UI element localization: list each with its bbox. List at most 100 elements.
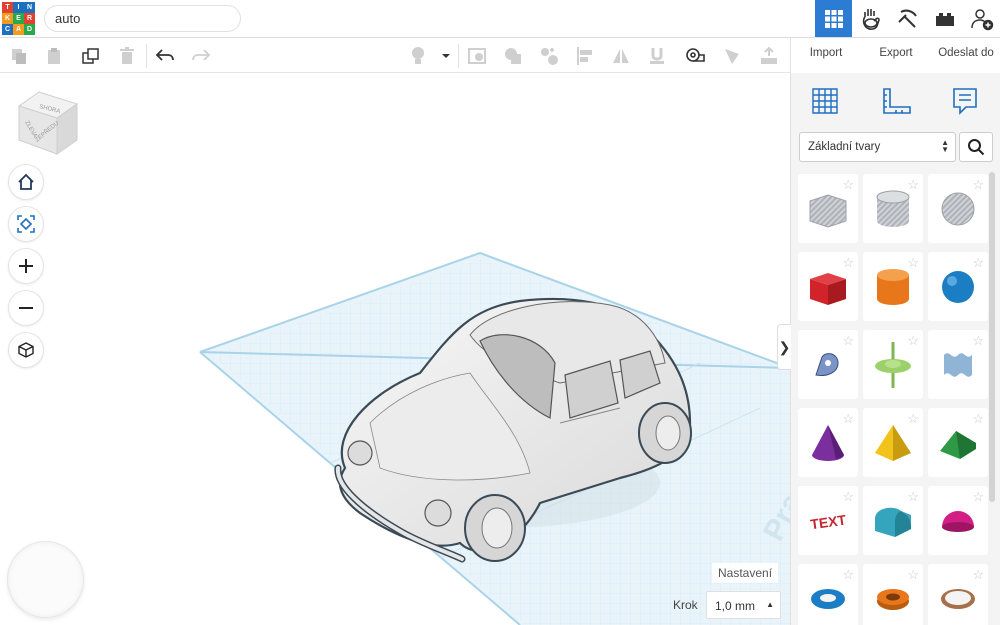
shape-sphere[interactable]: ☆ [928, 252, 988, 321]
ruler-tool-icon[interactable] [877, 83, 917, 119]
shape-roof[interactable]: ☆ [928, 408, 988, 477]
favorite-star-icon[interactable]: ☆ [842, 567, 854, 583]
shape-torus[interactable]: ☆ [798, 564, 858, 625]
shapes-panel: Import Export Odeslat do Základní tvary … [790, 38, 1000, 625]
align-icon[interactable] [572, 43, 598, 69]
zoom-out-button[interactable] [8, 290, 44, 326]
dropdown-icon[interactable] [433, 43, 459, 69]
notes-tool-icon[interactable] [945, 83, 985, 119]
duplicate-icon[interactable] [78, 43, 104, 69]
panel-collapse-toggle[interactable]: ❯ [777, 324, 791, 370]
import-export-icon[interactable] [756, 43, 782, 69]
favorite-star-icon[interactable]: ☆ [842, 255, 854, 271]
view-cube[interactable]: SHORA ZLEVA ZEPŘEDU [15, 88, 83, 156]
favorite-star-icon[interactable]: ☆ [907, 255, 919, 271]
ruler-icon[interactable] [682, 43, 708, 69]
shape-ring[interactable]: ☆ [928, 564, 988, 625]
shape-half-cylinder[interactable]: ☆ [863, 486, 923, 555]
logo-letter: D [24, 24, 35, 35]
logo-letter: K [2, 13, 13, 24]
favorite-star-icon[interactable]: ☆ [842, 333, 854, 349]
shape-box[interactable]: ☆ [798, 252, 858, 321]
panel-tools [791, 83, 1000, 123]
light-bulb-icon[interactable] [405, 43, 431, 69]
home-icon [18, 173, 34, 190]
favorite-star-icon[interactable]: ☆ [842, 177, 854, 193]
shape-cylinder-hole[interactable]: ☆ [863, 174, 923, 243]
svg-text:TEXT: TEXT [809, 511, 847, 532]
view-joystick[interactable] [7, 541, 84, 618]
tinkercad-logo[interactable]: TINKERCAD [2, 2, 35, 35]
pickaxe-icon[interactable] [889, 0, 926, 37]
edit-toolbar [0, 38, 790, 73]
paste-icon[interactable] [41, 43, 67, 69]
shape-sphere-hole[interactable]: ☆ [928, 174, 988, 243]
favorite-star-icon[interactable]: ☆ [972, 333, 984, 349]
hand-tinker-icon[interactable] [852, 0, 889, 37]
snap-icon[interactable] [644, 43, 670, 69]
zoom-in-button[interactable] [8, 248, 44, 284]
favorite-star-icon[interactable]: ☆ [907, 177, 919, 193]
notes-icon[interactable] [720, 43, 746, 69]
logo-letter: T [2, 2, 13, 13]
home-view-button[interactable] [8, 164, 44, 200]
shape-text[interactable]: TEXT ☆ [798, 486, 858, 555]
bricks-icon[interactable] [926, 0, 963, 37]
favorite-star-icon[interactable]: ☆ [907, 489, 919, 505]
logo-letter: R [24, 13, 35, 24]
workplane-icon[interactable] [464, 43, 490, 69]
shape-category-label: Základní tvary [808, 141, 881, 153]
favorite-star-icon[interactable]: ☆ [842, 489, 854, 505]
redo-icon[interactable] [188, 43, 214, 69]
import-link[interactable]: Import [791, 38, 861, 73]
step-caret-icon: ▲ [766, 600, 774, 609]
favorite-star-icon[interactable]: ☆ [972, 177, 984, 193]
shape-shape-generator[interactable]: ☆ [928, 330, 988, 399]
send-to-link[interactable]: Odeslat do [931, 38, 1000, 73]
shape-cylinder[interactable]: ☆ [863, 252, 923, 321]
project-name-field[interactable]: auto [44, 5, 241, 32]
export-link[interactable]: Export [861, 38, 931, 73]
workplane-grid-icon[interactable] [805, 83, 845, 119]
undo-icon[interactable] [152, 43, 178, 69]
top-bar: TINKERCAD auto [0, 0, 1000, 38]
shape-pyramid[interactable]: ☆ [863, 408, 923, 477]
mirror-icon[interactable] [608, 43, 634, 69]
favorite-star-icon[interactable]: ☆ [907, 333, 919, 349]
shape-cone[interactable]: ☆ [798, 408, 858, 477]
shape-tube[interactable]: ☆ [863, 564, 923, 625]
favorite-star-icon[interactable]: ☆ [842, 411, 854, 427]
step-label: Krok [673, 598, 698, 612]
add-user-icon[interactable] [963, 0, 1000, 37]
favorite-star-icon[interactable]: ☆ [907, 411, 919, 427]
shape-half-sphere[interactable]: ☆ [928, 486, 988, 555]
logo-letter: N [24, 2, 35, 13]
logo-letter: I [13, 2, 24, 13]
shape-spinner[interactable]: ☆ [863, 330, 923, 399]
step-value: 1,0 mm [715, 599, 756, 613]
ungroup-icon[interactable] [536, 43, 562, 69]
favorite-star-icon[interactable]: ☆ [972, 411, 984, 427]
ortho-view-button[interactable] [8, 332, 44, 368]
favorite-star-icon[interactable]: ☆ [907, 567, 919, 583]
grid-view-icon[interactable] [815, 0, 852, 37]
favorite-star-icon[interactable]: ☆ [972, 255, 984, 271]
step-select[interactable]: 1,0 mm ▲ [706, 591, 781, 619]
fit-view-button[interactable] [8, 206, 44, 242]
select-arrows-icon: ▲ ▼ [941, 138, 949, 154]
settings-button[interactable]: Nastavení [712, 563, 779, 583]
shape-box-hole[interactable]: ☆ [798, 174, 858, 243]
panel-links: Import Export Odeslat do [791, 38, 1000, 73]
favorite-star-icon[interactable]: ☆ [972, 567, 984, 583]
shape-category-select[interactable]: Základní tvary ▲ ▼ [799, 132, 956, 162]
3d-viewport[interactable]: Pracovní plocha [0, 73, 895, 625]
favorite-star-icon[interactable]: ☆ [972, 489, 984, 505]
copy-icon[interactable] [6, 43, 32, 69]
panel-scrollbar[interactable] [989, 172, 995, 502]
shape-search-button[interactable] [959, 132, 993, 162]
logo-letter: E [13, 13, 24, 24]
search-icon [968, 139, 985, 156]
shape-scribble[interactable]: ☆ [798, 330, 858, 399]
delete-icon[interactable] [114, 43, 140, 69]
group-icon[interactable] [500, 43, 526, 69]
